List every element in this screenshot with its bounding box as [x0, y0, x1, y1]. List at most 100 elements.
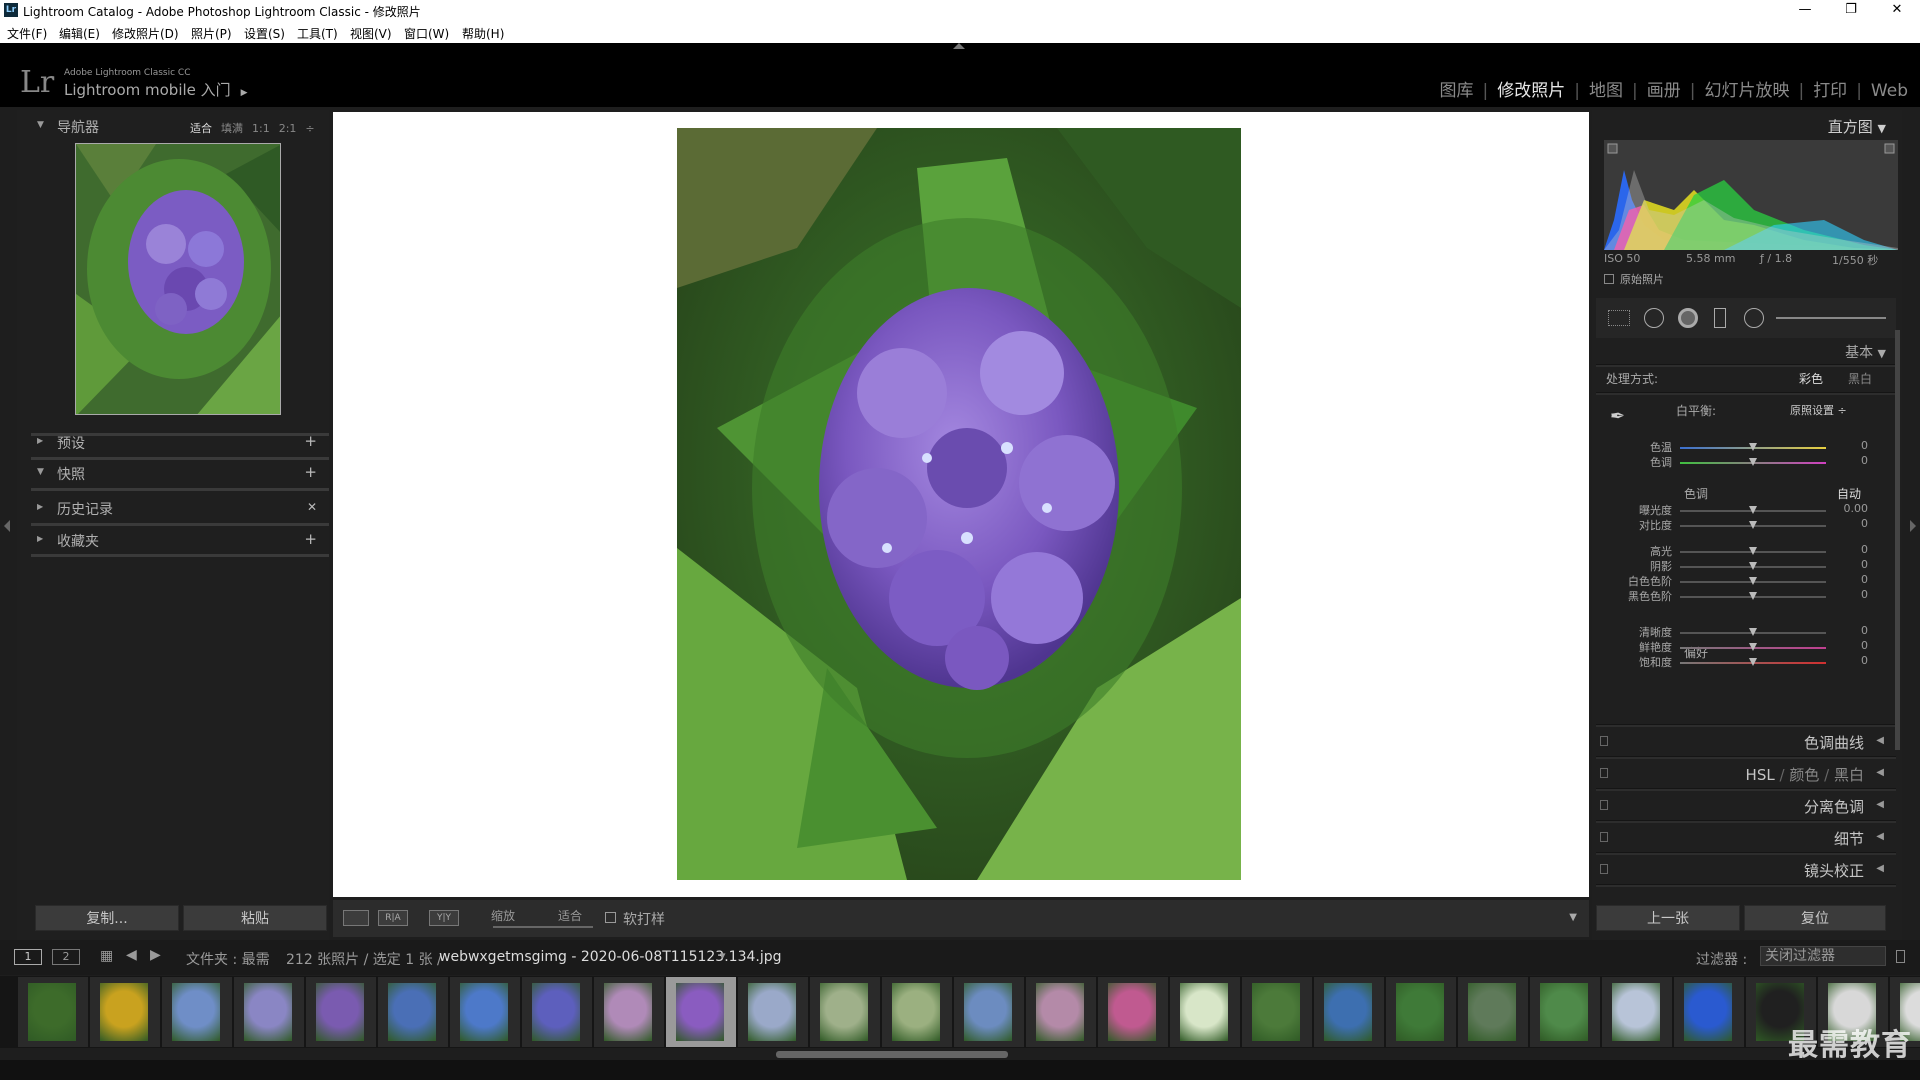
zoom-fill[interactable]: 填满: [221, 122, 243, 135]
filmstrip-thumbnail[interactable]: [810, 977, 880, 1047]
slider-thumb[interactable]: [1749, 443, 1757, 451]
menu-edit[interactable]: 编辑(E): [59, 25, 100, 42]
copy-settings-button[interactable]: 复制...: [35, 905, 179, 931]
menu-window[interactable]: 窗口(W): [404, 25, 449, 42]
filmstrip-thumbnail[interactable]: [1098, 977, 1168, 1047]
slider-value[interactable]: 0: [1861, 517, 1868, 530]
filmstrip-thumbnail[interactable]: [594, 977, 664, 1047]
collapse-triangle-icon[interactable]: ▼: [1878, 347, 1886, 360]
slider-value[interactable]: 0: [1861, 654, 1868, 667]
minimize-button[interactable]: —: [1782, 0, 1828, 22]
slider-thumb[interactable]: [1749, 506, 1757, 514]
forward-arrow-icon[interactable]: ▶: [150, 947, 161, 963]
filmstrip-thumbnail[interactable]: [522, 977, 592, 1047]
menu-help[interactable]: 帮助(H): [462, 25, 504, 42]
histogram[interactable]: [1604, 140, 1898, 250]
basic-header[interactable]: 基本 ▼: [1845, 342, 1886, 362]
radial-filter-icon[interactable]: [1744, 308, 1764, 328]
loupe-view-icon[interactable]: [343, 910, 369, 926]
zoom-1-1[interactable]: 1:1: [252, 122, 270, 135]
expand-triangle-icon[interactable]: ▶: [37, 534, 43, 543]
filmstrip-thumbnail[interactable]: [450, 977, 520, 1047]
filmstrip-thumbnail[interactable]: [738, 977, 808, 1047]
menu-settings[interactable]: 设置(S): [244, 25, 285, 42]
toolbar-menu-icon[interactable]: ▼: [1569, 912, 1577, 923]
adjust-slider[interactable]: [1680, 643, 1826, 651]
collapse-triangle-icon[interactable]: ▼: [1878, 122, 1886, 135]
navigator-header[interactable]: ▼ 导航器 适合 填满 1:1 2:1 ÷: [17, 112, 329, 140]
lens-corrections-header[interactable]: 镜头校正 ◀: [1596, 856, 1892, 884]
adjustment-brush-icon[interactable]: [1776, 317, 1886, 319]
add-preset-icon[interactable]: +: [304, 432, 317, 450]
collections-header[interactable]: ▶ 收藏夹 +: [17, 526, 329, 554]
filmstrip-thumbnail[interactable]: [306, 977, 376, 1047]
right-panel-scrollbar[interactable]: [1895, 330, 1900, 750]
slider-thumb[interactable]: [1749, 577, 1757, 585]
filmstrip-thumbnail[interactable]: [1530, 977, 1600, 1047]
module-web[interactable]: Web: [1871, 81, 1908, 101]
filmstrip-thumbnail[interactable]: [954, 977, 1024, 1047]
graduated-filter-icon[interactable]: [1714, 308, 1726, 328]
back-arrow-icon[interactable]: ◀: [126, 947, 137, 963]
adjust-slider[interactable]: [1680, 658, 1826, 666]
module-slideshow[interactable]: 幻灯片放映: [1704, 81, 1789, 101]
bw-tab[interactable]: 黑白: [1834, 766, 1864, 784]
menu-file[interactable]: 文件(F): [7, 25, 47, 42]
reset-button[interactable]: 复位: [1744, 905, 1886, 931]
slider-value[interactable]: 0: [1861, 588, 1868, 601]
adjust-slider[interactable]: [1680, 521, 1826, 529]
expand-triangle-icon[interactable]: ◀: [1876, 799, 1884, 810]
expand-triangle-icon[interactable]: ◀: [1876, 735, 1884, 746]
treatment-bw-option[interactable]: 黑白: [1848, 370, 1872, 387]
crop-tool-icon[interactable]: [1608, 310, 1630, 326]
panel-switch-icon[interactable]: [1600, 800, 1608, 810]
filmstrip-thumbnail[interactable]: [1386, 977, 1456, 1047]
menu-develop[interactable]: 修改照片(D): [112, 25, 179, 42]
close-button[interactable]: ✕: [1874, 0, 1920, 22]
brand-main[interactable]: Lightroom mobile 入门 ▶: [64, 79, 248, 100]
screen-1-button[interactable]: 1: [14, 949, 42, 965]
folder-source[interactable]: 文件夹 : 最需: [186, 949, 270, 969]
hsl-header[interactable]: HSL / 颜色 / 黑白 ◀: [1596, 760, 1892, 788]
maximize-button[interactable]: ❐: [1828, 0, 1874, 22]
clear-history-icon[interactable]: ✕: [307, 500, 317, 514]
slider-value[interactable]: 0: [1861, 454, 1868, 467]
slider-value[interactable]: 0: [1861, 639, 1868, 652]
softproof-checkbox[interactable]: [605, 912, 616, 923]
slider-thumb[interactable]: [1749, 562, 1757, 570]
filmstrip-thumbnail[interactable]: [1458, 977, 1528, 1047]
module-book[interactable]: 画册: [1647, 81, 1681, 101]
adjust-slider[interactable]: [1680, 506, 1826, 514]
panel-switch-icon[interactable]: [1600, 736, 1608, 746]
filmstrip-thumbnail[interactable]: [18, 977, 88, 1047]
zoom-more-icon[interactable]: ÷: [305, 122, 314, 135]
treatment-color-option[interactable]: 彩色: [1799, 370, 1823, 387]
spot-removal-icon[interactable]: [1644, 308, 1664, 328]
filmstrip-scrollbar[interactable]: [776, 1051, 1008, 1058]
filter-lock-icon[interactable]: [1896, 950, 1905, 963]
auto-tone-button[interactable]: 自动: [1837, 485, 1861, 502]
slider-thumb[interactable]: [1749, 521, 1757, 529]
expand-triangle-icon[interactable]: ◀: [1876, 863, 1884, 874]
original-photo-checkbox[interactable]: [1604, 274, 1614, 284]
snapshots-header[interactable]: ▼ 快照 +: [17, 459, 329, 487]
add-snapshot-icon[interactable]: +: [304, 463, 317, 481]
expand-triangle-icon[interactable]: ▶: [37, 436, 43, 445]
history-header[interactable]: ▶ 历史记录 ✕: [17, 494, 329, 522]
module-develop[interactable]: 修改照片: [1497, 81, 1565, 101]
expand-triangle-icon[interactable]: ◀: [1876, 831, 1884, 842]
panel-switch-icon[interactable]: [1600, 864, 1608, 874]
slider-value[interactable]: 0: [1861, 439, 1868, 452]
hsl-tab[interactable]: HSL: [1746, 766, 1775, 784]
adjust-slider[interactable]: [1680, 628, 1826, 636]
adjust-slider[interactable]: [1680, 458, 1826, 466]
histogram-header[interactable]: 直方图 ▼: [1828, 116, 1886, 137]
collapse-triangle-icon[interactable]: ▼: [37, 467, 44, 477]
detail-header[interactable]: 细节 ◀: [1596, 824, 1892, 852]
collapse-triangle-icon[interactable]: ▼: [37, 120, 44, 130]
collapse-top-panel-icon[interactable]: [953, 43, 965, 49]
module-map[interactable]: 地图: [1589, 81, 1623, 101]
filmstrip-thumbnail[interactable]: [378, 977, 448, 1047]
before-after-tb-icon[interactable]: Y|Y: [429, 910, 459, 926]
grid-view-icon[interactable]: ▦: [100, 948, 113, 964]
